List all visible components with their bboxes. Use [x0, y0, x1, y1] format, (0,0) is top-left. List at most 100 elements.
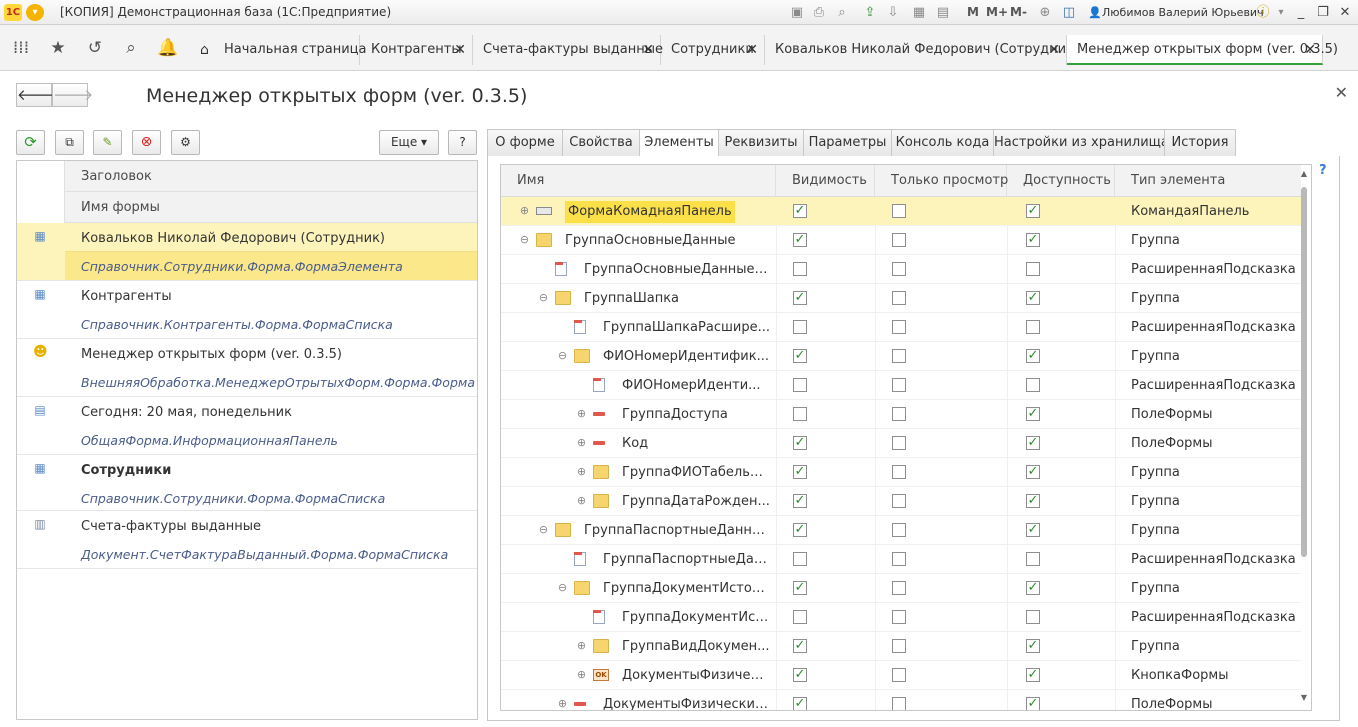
- expand-icon[interactable]: ⊕: [519, 205, 530, 216]
- tree-row[interactable]: ⊕ Код ✓ ✓ ПолеФормы: [501, 429, 1301, 458]
- visible-checkbox[interactable]: ✓: [793, 494, 807, 508]
- visible-checkbox[interactable]: ✓: [793, 697, 807, 710]
- readonly-checkbox[interactable]: [892, 581, 906, 595]
- visible-checkbox[interactable]: ✓: [793, 436, 807, 450]
- tree-row[interactable]: ГруппаПаспортныеДан... РасширеннаяПодсказ…: [501, 545, 1301, 574]
- close-form-icon[interactable]: ✕: [1335, 83, 1348, 102]
- tab-elements[interactable]: Элементы: [639, 129, 719, 157]
- tree-row[interactable]: ⊕ ГруппаФИОТабельн... ✓ ✓ Группа: [501, 458, 1301, 487]
- tab-attributes[interactable]: Реквизиты: [718, 129, 804, 157]
- enabled-checkbox[interactable]: ✓: [1026, 291, 1040, 305]
- search-icon[interactable]: ⌕: [120, 38, 142, 58]
- tree-row[interactable]: ⊖ ФИОНомерИдентифик... ✓ ✓ Группа: [501, 342, 1301, 371]
- enabled-checkbox[interactable]: ✓: [1026, 436, 1040, 450]
- user-name[interactable]: Любимов Валерий Юрьевич: [1102, 6, 1264, 19]
- edit-button[interactable]: ✎: [93, 130, 122, 155]
- enabled-checkbox[interactable]: ✓: [1026, 465, 1040, 479]
- readonly-checkbox[interactable]: [892, 668, 906, 682]
- expand-icon[interactable]: ⊕: [576, 669, 587, 680]
- settings-button[interactable]: ⚙: [171, 130, 200, 155]
- maximize-button[interactable]: ❐: [1312, 3, 1334, 22]
- enabled-checkbox[interactable]: ✓: [1026, 349, 1040, 363]
- collapse-icon[interactable]: ⊖: [557, 582, 568, 593]
- tree-row[interactable]: ⊕ ГруппаДатаРожден... ✓ ✓ Группа: [501, 487, 1301, 516]
- tree-row[interactable]: ⊕ ГруппаВидДокумен... ✓ ✓ Группа: [501, 632, 1301, 661]
- panels-icon[interactable]: ◫: [1060, 4, 1078, 21]
- collapse-icon[interactable]: ⊖: [557, 350, 568, 361]
- back-button[interactable]: 🡐: [16, 83, 57, 107]
- tab-history[interactable]: История: [1164, 129, 1236, 157]
- readonly-checkbox[interactable]: [892, 697, 906, 710]
- readonly-checkbox[interactable]: [892, 320, 906, 334]
- collapse-icon[interactable]: ⊖: [538, 524, 549, 535]
- close-icon[interactable]: ✕: [642, 35, 654, 65]
- column-header-name[interactable]: Имя: [501, 165, 776, 197]
- visible-checkbox[interactable]: ✓: [793, 639, 807, 653]
- tab-scheta-faktury[interactable]: Счета-фактуры выданные ✕: [473, 35, 663, 65]
- table-row[interactable]: ▦ Контрагенты Справочник.Контрагенты.Фор…: [17, 281, 477, 339]
- expand-icon[interactable]: ⊕: [576, 495, 587, 506]
- visible-checkbox[interactable]: ✓: [793, 465, 807, 479]
- vertical-scrollbar[interactable]: ▲ ▼: [1298, 165, 1310, 710]
- expand-icon[interactable]: ⊕: [576, 466, 587, 477]
- readonly-checkbox[interactable]: [892, 494, 906, 508]
- help-icon[interactable]: ?: [1319, 163, 1327, 178]
- readonly-checkbox[interactable]: [892, 204, 906, 218]
- tree-row[interactable]: ГруппаШапкаРасшире... РасширеннаяПодсказк…: [501, 313, 1301, 342]
- scroll-thumb[interactable]: [1301, 187, 1307, 557]
- enabled-checkbox[interactable]: [1026, 378, 1040, 392]
- tab-code-console[interactable]: Консоль кода: [891, 129, 994, 157]
- enabled-checkbox[interactable]: [1026, 320, 1040, 334]
- help-button[interactable]: ?: [448, 130, 477, 155]
- tree-row[interactable]: ⊖ ГруппаДокументИстория ✓ ✓ Группа: [501, 574, 1301, 603]
- enabled-checkbox[interactable]: ✓: [1026, 494, 1040, 508]
- visible-checkbox[interactable]: ✓: [793, 668, 807, 682]
- readonly-checkbox[interactable]: [892, 262, 906, 276]
- enabled-checkbox[interactable]: ✓: [1026, 523, 1040, 537]
- readonly-checkbox[interactable]: [892, 552, 906, 566]
- readonly-checkbox[interactable]: [892, 639, 906, 653]
- readonly-checkbox[interactable]: [892, 233, 906, 247]
- enabled-checkbox[interactable]: ✓: [1026, 639, 1040, 653]
- close-icon[interactable]: ✕: [454, 35, 466, 65]
- readonly-checkbox[interactable]: [892, 465, 906, 479]
- more-button[interactable]: Еще ▾: [379, 130, 439, 155]
- expand-icon[interactable]: ⊕: [576, 408, 587, 419]
- tab-sotrudniki[interactable]: Сотрудники ✕: [661, 35, 765, 65]
- table-row[interactable]: ☻ Менеджер открытых форм (ver. 0.3.5) Вн…: [17, 339, 477, 397]
- tab-parameters[interactable]: Параметры: [803, 129, 892, 157]
- copy-button[interactable]: ⧉: [55, 130, 84, 155]
- refresh-button[interactable]: ⟳: [16, 130, 45, 155]
- readonly-checkbox[interactable]: [892, 523, 906, 537]
- expand-icon[interactable]: ⊕: [557, 698, 568, 709]
- enabled-checkbox[interactable]: ✓: [1026, 407, 1040, 421]
- scroll-down-icon[interactable]: ▼: [1298, 693, 1310, 702]
- memory-mminus-button[interactable]: M-: [1010, 5, 1027, 19]
- visible-checkbox[interactable]: ✓: [793, 523, 807, 537]
- enabled-checkbox[interactable]: ✓: [1026, 233, 1040, 247]
- tree-row[interactable]: ГруппаОсновныеДанныеР... РасширеннаяПодск…: [501, 255, 1301, 284]
- tab-kontragenty[interactable]: Контрагенты ✕: [361, 35, 473, 65]
- column-header-visible[interactable]: Видимость: [776, 165, 875, 197]
- tab-kovalkov[interactable]: Ковальков Николай Федорович (Сотрудник) ✕: [765, 35, 1079, 65]
- upload-icon[interactable]: ⇪: [861, 4, 879, 21]
- column-header-enabled[interactable]: Доступность: [1007, 165, 1115, 197]
- visible-checkbox[interactable]: [793, 320, 807, 334]
- expand-icon[interactable]: ⊕: [576, 437, 587, 448]
- close-icon[interactable]: ✕: [1048, 35, 1060, 65]
- tree-row[interactable]: ГруппаДокументИст... РасширеннаяПодсказка: [501, 603, 1301, 632]
- forward-button[interactable]: 🡒: [52, 83, 93, 107]
- readonly-checkbox[interactable]: [892, 407, 906, 421]
- visible-checkbox[interactable]: ✓: [793, 233, 807, 247]
- visible-checkbox[interactable]: [793, 378, 807, 392]
- tab-properties[interactable]: Свойства: [562, 129, 640, 157]
- enabled-checkbox[interactable]: ✓: [1026, 581, 1040, 595]
- info-icon[interactable]: ⓘ: [1254, 4, 1272, 21]
- close-icon[interactable]: ✕: [1304, 35, 1316, 65]
- scroll-up-icon[interactable]: ▲: [1298, 169, 1310, 178]
- column-header-form-name[interactable]: Имя формы: [65, 192, 477, 223]
- collapse-icon[interactable]: ⊖: [538, 292, 549, 303]
- favorites-star-icon[interactable]: ★: [47, 38, 69, 58]
- enabled-checkbox[interactable]: ✓: [1026, 668, 1040, 682]
- column-header-caption[interactable]: Заголовок: [65, 161, 477, 192]
